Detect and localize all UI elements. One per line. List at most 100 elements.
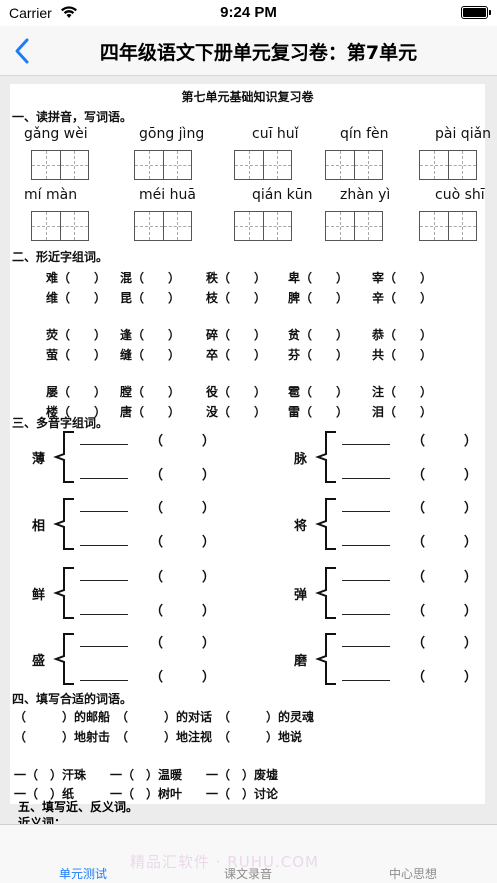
polyphone-char: 脉	[294, 452, 308, 467]
writing-grid	[31, 211, 89, 241]
writing-grid	[134, 211, 192, 241]
synonyms-label: 近义词：	[18, 816, 67, 824]
answer-blank-line	[342, 545, 390, 546]
polyphone-char: 薄	[32, 452, 46, 467]
pinyin-label: pài qiǎn	[435, 126, 492, 142]
pinyin-paren: （ ）	[150, 535, 216, 550]
answer-blank-line	[80, 545, 128, 546]
similar-char-item: 共（ ）	[372, 348, 433, 362]
similar-char-item: 缝（ ）	[120, 348, 181, 362]
similar-char-item: 混（ ）	[120, 271, 181, 285]
polyphone-char: 相	[32, 519, 46, 534]
answer-blank-line	[80, 580, 128, 581]
pinyin-label: mí màn	[24, 187, 78, 203]
similar-char-item: 碎（ ）	[206, 328, 267, 342]
document-viewer[interactable]: 第七单元基础知识复习卷 一、读拼音，写词语。 二、形近字组词。 三、多音字组词。…	[0, 76, 497, 824]
similar-char-item: 楼（ ）	[46, 405, 107, 419]
brace-bracket	[312, 566, 338, 620]
pinyin-paren: （ ）	[412, 434, 478, 449]
answer-blank-line	[80, 511, 128, 512]
similar-char-item: 脾（ ）	[288, 291, 349, 305]
pinyin-paren: （ ）	[412, 501, 478, 516]
similar-char-item: 雷（ ）	[288, 405, 349, 419]
pinyin-label: qín fèn	[340, 126, 389, 142]
similar-char-item: 枝（ ）	[206, 291, 267, 305]
similar-char-item: 逢（ ）	[120, 328, 181, 342]
brace-bracket	[50, 632, 76, 686]
answer-blank-line	[342, 478, 390, 479]
back-chevron-icon[interactable]	[12, 37, 34, 65]
polyphone-char: 盛	[32, 654, 46, 669]
similar-char-item: 注（ ）	[372, 385, 433, 399]
fill-line-1: （ ）的邮船 （ ）的对话 （ ）的灵魂	[14, 710, 315, 724]
similar-char-item: 恭（ ）	[372, 328, 433, 342]
pinyin-paren: （ ）	[412, 535, 478, 550]
pinyin-paren: （ ）	[412, 468, 478, 483]
section-pinyin: 一、读拼音，写词语。	[12, 110, 133, 124]
pinyin-paren: （ ）	[150, 670, 216, 685]
section-fill-words: 四、填写合适的词语。	[12, 692, 133, 706]
tab-unit-test[interactable]: 单元测试	[23, 865, 143, 882]
similar-char-item: 贫（ ）	[288, 328, 349, 342]
similar-char-item: 芬（ ）	[288, 348, 349, 362]
similar-char-item: 辛（ ）	[372, 291, 433, 305]
similar-char-item: 昆（ ）	[120, 291, 181, 305]
paper-title: 第七单元基础知识复习卷	[181, 90, 314, 104]
similar-char-item: 役（ ）	[206, 385, 267, 399]
similar-char-item: 难（ ）	[46, 271, 107, 285]
pinyin-paren: （ ）	[150, 501, 216, 516]
polyphone-char: 弹	[294, 588, 308, 603]
writing-grid	[134, 150, 192, 180]
clock: 9:24 PM	[220, 4, 277, 21]
tab-central-idea[interactable]: 中心思想	[353, 865, 473, 882]
section-similar-chars: 二、形近字组词。	[12, 250, 109, 264]
answer-blank-line	[80, 444, 128, 445]
fill-line-2: （ ）地射击 （ ）地注视 （ ）地说	[14, 730, 303, 744]
polyphone-char: 将	[294, 519, 308, 534]
writing-grid	[419, 150, 477, 180]
battery-icon	[461, 6, 491, 19]
writing-grid	[31, 150, 89, 180]
similar-char-item: 荧（ ）	[46, 328, 107, 342]
pinyin-label: gōng jìng	[139, 126, 205, 142]
writing-grid	[234, 150, 292, 180]
similar-char-item: 唐（ ）	[120, 405, 181, 419]
similar-char-item: 秩（ ）	[206, 271, 267, 285]
pinyin-paren: （ ）	[150, 468, 216, 483]
pinyin-label: méi huā	[139, 187, 196, 203]
navigation-bar: 四年级语文下册单元复习卷：第7单元	[0, 26, 497, 76]
exam-paper: 第七单元基础知识复习卷 一、读拼音，写词语。 二、形近字组词。 三、多音字组词。…	[10, 84, 491, 804]
writing-grid	[234, 211, 292, 241]
similar-char-item: 泪（ ）	[372, 405, 433, 419]
answer-blank-line	[342, 444, 390, 445]
brace-bracket	[312, 497, 338, 551]
similar-char-item: 萤（ ）	[46, 348, 107, 362]
similar-char-item: 宰（ ）	[372, 271, 433, 285]
pinyin-paren: （ ）	[150, 604, 216, 619]
answer-blank-line	[80, 614, 128, 615]
similar-char-item: 雹（ ）	[288, 385, 349, 399]
answer-blank-line	[80, 680, 128, 681]
status-bar: Carrier 9:24 PM	[0, 0, 497, 26]
fill-line-3: 一（ ）汗珠 一（ ）温暖 一（ ）废墟	[14, 768, 279, 782]
similar-char-item: 维（ ）	[46, 291, 107, 305]
pinyin-paren: （ ）	[412, 670, 478, 685]
polyphone-char: 鲜	[32, 588, 46, 603]
similar-char-item: 屡（ ）	[46, 385, 107, 399]
tab-text-audio[interactable]: 课文录音	[188, 865, 308, 882]
page-title: 四年级语文下册单元复习卷：第7单元	[99, 42, 418, 64]
tab-bar: 精品汇软件 · RUHU.COM 单元测试 课文录音 中心思想	[0, 824, 497, 883]
similar-char-item: 没（ ）	[206, 405, 267, 419]
pinyin-label: qián kūn	[252, 187, 313, 203]
pinyin-label: zhàn yì	[340, 187, 391, 203]
pinyin-label: cuò shī	[435, 187, 485, 203]
answer-blank-line	[80, 646, 128, 647]
brace-bracket	[50, 497, 76, 551]
pinyin-paren: （ ）	[412, 636, 478, 651]
pinyin-label: gǎng wèi	[24, 126, 88, 142]
brace-bracket	[50, 430, 76, 484]
similar-char-item: 膛（ ）	[120, 385, 181, 399]
section-synonyms: 五、填写近、反义词。	[18, 800, 139, 814]
brace-bracket	[312, 430, 338, 484]
answer-blank-line	[80, 478, 128, 479]
